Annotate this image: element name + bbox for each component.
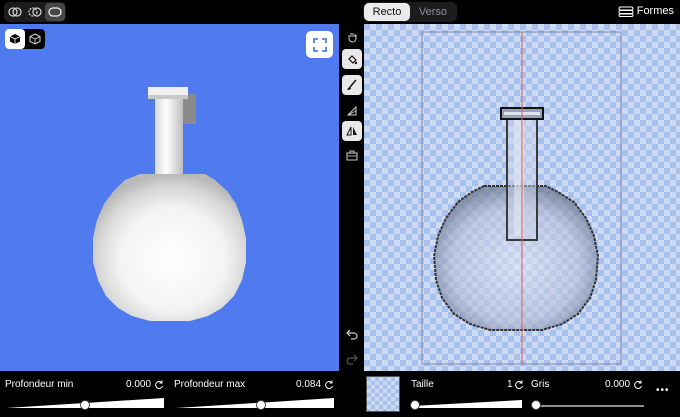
bottom-controls: Profondeur min 0.000 Profondeur max 0.08… [0,371,680,417]
fill-tool-button[interactable] [342,49,362,69]
gray-slider[interactable] [534,405,644,407]
flask-drawing [421,31,622,365]
drawing-canvas[interactable] [364,24,680,371]
size-label: Taille [411,379,434,390]
tab-verso[interactable]: Verso [410,3,456,21]
view-mode-split-button[interactable] [5,3,25,21]
toolbox-icon [346,150,358,161]
depth-min-thumb[interactable] [80,400,90,410]
gray-value: 0.000 [605,379,631,390]
size-reset-icon[interactable] [514,380,524,390]
depth-min-reset-icon[interactable] [154,380,164,390]
hand-icon [348,33,357,43]
view-mode-segment [4,2,66,22]
3d-preview[interactable] [0,24,339,371]
capsule-icon [48,7,62,17]
flask-3d-model [93,87,246,321]
perspective-icon [346,105,357,116]
face-tabs: Recto Verso [363,2,457,22]
depth-max-thumb[interactable] [256,400,266,410]
perspective-tool-button[interactable] [342,101,362,121]
depth-max-label: Profondeur max [174,379,246,390]
formes-button[interactable]: Formes [618,5,674,17]
paint-bucket-icon [348,55,358,65]
redo-button[interactable] [342,349,362,369]
undo-icon [346,329,358,340]
toolbox-button[interactable] [342,145,362,165]
size-slider[interactable] [412,396,524,412]
brush-preview [366,376,400,412]
depth-max-reset-icon[interactable] [324,380,334,390]
gray-thumb[interactable] [531,400,541,410]
gray-label: Gris [531,379,550,390]
hand-tool-button[interactable] [342,27,362,47]
formes-label: Formes [636,5,674,17]
more-button[interactable]: ••• [656,385,670,396]
split-circles-icon [8,7,22,17]
symmetry-icon [346,126,357,136]
top-toolbar: Recto Verso Formes [0,0,680,24]
brush-tool-button[interactable] [342,75,362,95]
symmetry-tool-button[interactable] [342,121,362,141]
depth-min-label: Profondeur min [5,379,74,390]
size-value: 1 [507,379,513,390]
tab-recto[interactable]: Recto [364,3,410,21]
tool-column [339,24,364,371]
mirror-circles-icon [28,7,42,17]
redo-icon [346,354,358,365]
size-thumb[interactable] [410,400,420,410]
depth-max-value: 0.084 [296,379,322,390]
view-mode-mirror-button[interactable] [25,3,45,21]
view-mode-combined-button[interactable] [45,3,65,21]
brush-icon [347,79,357,90]
undo-button[interactable] [342,324,362,344]
stack-icon [618,6,634,17]
gray-reset-icon[interactable] [633,380,643,390]
depth-min-value: 0.000 [126,379,152,390]
